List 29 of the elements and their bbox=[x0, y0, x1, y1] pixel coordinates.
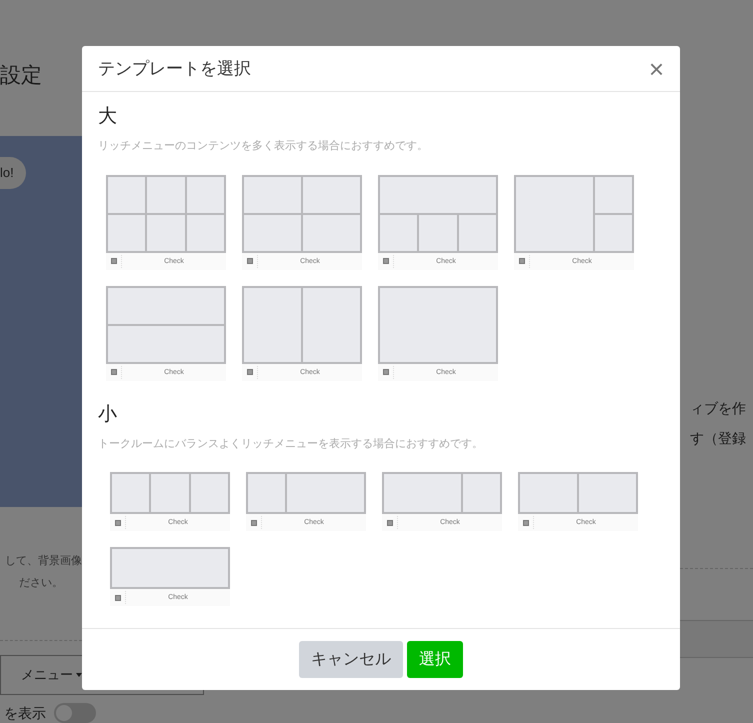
keyboard-icon bbox=[518, 258, 524, 264]
keyboard-icon bbox=[114, 594, 120, 600]
keyboard-icon bbox=[386, 520, 392, 526]
select-button[interactable]: 選択 bbox=[407, 641, 463, 678]
cancel-button[interactable]: キャンセル bbox=[299, 641, 403, 678]
keyboard-icon bbox=[114, 520, 120, 526]
keyboard-icon bbox=[522, 520, 528, 526]
section-heading: 小 bbox=[98, 402, 118, 426]
caret-icon bbox=[76, 673, 82, 677]
toggle-label: を表示 bbox=[4, 704, 46, 722]
instruction-text: して、背景画像 bbox=[5, 554, 82, 569]
keyboard-icon bbox=[382, 369, 388, 375]
keyboard-icon bbox=[246, 258, 252, 264]
page-title: 設定 bbox=[0, 63, 42, 89]
section-description: トークルームにバランスよくリッチメニューを表示する場合におすすめです。 bbox=[98, 436, 484, 452]
input-field[interactable] bbox=[680, 620, 753, 658]
section-heading: 大 bbox=[98, 105, 118, 129]
body-text: す（登録 bbox=[690, 429, 746, 448]
close-button[interactable]: × bbox=[648, 56, 664, 82]
dialog-title: テンプレートを選択 bbox=[98, 58, 251, 80]
keyboard-icon bbox=[246, 369, 252, 375]
keyboard-icon bbox=[382, 258, 388, 264]
keyboard-icon bbox=[110, 369, 116, 375]
keyboard-icon bbox=[250, 520, 256, 526]
instruction-text: ださい。 bbox=[19, 576, 63, 591]
toggle-switch[interactable] bbox=[54, 703, 96, 723]
keyboard-icon bbox=[110, 258, 116, 264]
section-description: リッチメニューのコンテンツを多く表示する場合におすすめです。 bbox=[98, 139, 429, 154]
body-text: ィブを作 bbox=[690, 399, 746, 418]
